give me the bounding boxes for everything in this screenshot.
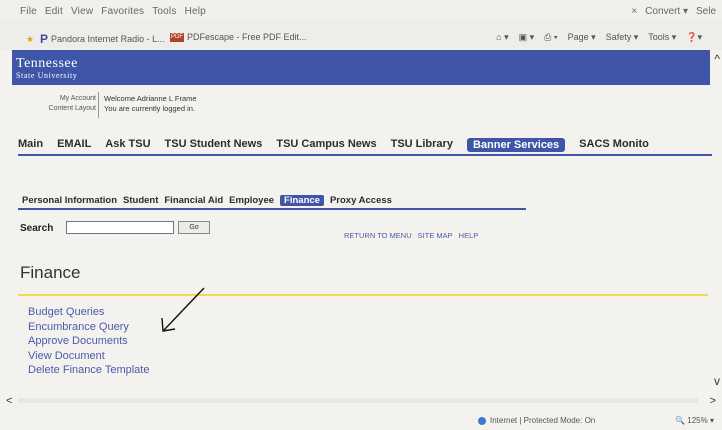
- list-item: Approve Documents: [28, 334, 149, 349]
- select-button[interactable]: Sele: [696, 6, 716, 17]
- menu-file[interactable]: File: [20, 6, 37, 17]
- annotation-arrow-icon: [161, 287, 205, 332]
- scroll-down-arrow-icon[interactable]: v: [714, 374, 720, 388]
- approve-documents-link[interactable]: Approve Documents: [28, 335, 128, 347]
- zoom-level: 125%: [687, 416, 708, 425]
- welcome-line: Welcome Adrianne L Frame: [104, 94, 197, 103]
- tab-employee[interactable]: Employee: [229, 195, 274, 206]
- list-item: Encumbrance Query: [28, 320, 149, 335]
- chevron-down-icon: ▾: [709, 416, 714, 425]
- menu-favorites[interactable]: Favorites: [101, 6, 144, 17]
- delete-finance-template-link[interactable]: Delete Finance Template: [28, 364, 149, 376]
- close-icon[interactable]: ×: [631, 6, 637, 17]
- pdf-icon: PDF: [170, 32, 184, 42]
- site-map-link[interactable]: SITE MAP: [418, 231, 453, 240]
- account-links: My Account Content Layout: [14, 94, 96, 114]
- favorite-pdfescape-label: PDFescape - Free PDF Edit...: [187, 32, 307, 42]
- main-tabs: Main EMAIL Ask TSU TSU Student News TSU …: [18, 138, 649, 152]
- status-text: Internet | Protected Mode: On: [490, 416, 596, 425]
- zoom-icon: 🔍: [675, 416, 686, 425]
- scroll-right-arrow-icon[interactable]: >: [710, 395, 716, 407]
- browser-status-bar: Internet | Protected Mode: On 🔍 125% ▾: [0, 408, 722, 430]
- go-button[interactable]: Go: [178, 221, 210, 234]
- welcome-message: Welcome Adrianne L Frame You are current…: [104, 94, 197, 114]
- account-divider: [98, 92, 99, 118]
- tab-proxy-access[interactable]: Proxy Access: [330, 195, 392, 206]
- tab-sacs-monitor[interactable]: SACS Monito: [579, 138, 649, 152]
- browser-menus: File Edit View Favorites Tools Help: [20, 6, 206, 17]
- view-document-link[interactable]: View Document: [28, 350, 105, 362]
- main-tabs-rule: [18, 154, 712, 156]
- pandora-icon: P: [40, 32, 49, 46]
- tsu-header-banner: Tennessee State University: [12, 50, 710, 85]
- sub-tabs-rule: [18, 208, 526, 210]
- globe-icon: [478, 416, 486, 425]
- scroll-track[interactable]: [18, 398, 698, 403]
- tab-ask-tsu[interactable]: Ask TSU: [105, 138, 150, 152]
- browser-favorites-bar: ★ P Pandora Internet Radio - L... PDF PD…: [0, 20, 722, 50]
- tab-campus-news[interactable]: TSU Campus News: [276, 138, 376, 152]
- help-link[interactable]: HELP: [459, 231, 479, 240]
- favorite-pdfescape[interactable]: PDF PDFescape - Free PDF Edit...: [170, 32, 307, 42]
- sub-tabs: Personal Information Student Financial A…: [22, 195, 392, 206]
- list-item: Budget Queries: [28, 305, 149, 320]
- favorites-star-icon[interactable]: ★: [26, 34, 34, 45]
- tab-personal-information[interactable]: Personal Information: [22, 195, 117, 206]
- title-rule: [18, 294, 708, 296]
- budget-queries-link[interactable]: Budget Queries: [28, 306, 104, 318]
- help-icon[interactable]: ❓▾: [686, 32, 702, 43]
- horizontal-scrollbar[interactable]: < >: [0, 395, 722, 407]
- browser-right-tools: × Convert ▾ Sele: [631, 6, 716, 17]
- scroll-left-arrow-icon[interactable]: <: [6, 395, 12, 407]
- convert-button[interactable]: Convert ▾: [645, 6, 688, 17]
- list-item: View Document: [28, 349, 149, 364]
- menu-tools[interactable]: Tools: [152, 6, 176, 17]
- search-label: Search: [20, 223, 54, 234]
- logged-in-line: You are currently logged in.: [104, 104, 196, 113]
- tab-email[interactable]: EMAIL: [57, 138, 91, 152]
- tsu-logo-line2: State University: [16, 71, 78, 80]
- menu-view[interactable]: View: [71, 6, 93, 17]
- favorite-pandora[interactable]: P Pandora Internet Radio - L...: [40, 32, 165, 46]
- encumbrance-query-link[interactable]: Encumbrance Query: [28, 321, 129, 333]
- finance-menu: Budget Queries Encumbrance Query Approve…: [28, 305, 149, 378]
- security-zone: Internet | Protected Mode: On: [478, 416, 595, 425]
- content-layout-link[interactable]: Content Layout: [14, 104, 96, 114]
- page-menu[interactable]: Page ▾: [568, 32, 596, 43]
- safety-menu[interactable]: Safety ▾: [606, 32, 639, 43]
- menu-help[interactable]: Help: [185, 6, 206, 17]
- tab-banner-services[interactable]: Banner Services: [466, 138, 566, 152]
- tab-student[interactable]: Student: [123, 195, 158, 206]
- tab-main[interactable]: Main: [18, 138, 43, 152]
- tab-library[interactable]: TSU Library: [391, 138, 453, 152]
- list-item: Delete Finance Template: [28, 363, 149, 378]
- utility-links: RETURN TO MENU SITE MAP HELP: [344, 231, 478, 240]
- print-icon[interactable]: ⎙ ▾: [544, 32, 557, 43]
- tsu-logo-line1: Tennessee: [16, 56, 78, 71]
- feeds-icon[interactable]: ▣ ▾: [519, 32, 535, 43]
- tab-finance[interactable]: Finance: [280, 195, 324, 206]
- return-to-menu-link[interactable]: RETURN TO MENU: [344, 231, 412, 240]
- home-icon[interactable]: ⌂ ▾: [496, 32, 508, 43]
- search-input[interactable]: [66, 221, 174, 234]
- tools-menu[interactable]: Tools ▾: [648, 32, 676, 43]
- command-bar: ⌂ ▾ ▣ ▾ ⎙ ▾ Page ▾ Safety ▾ Tools ▾ ❓▾: [496, 32, 702, 43]
- favorite-pandora-label: Pandora Internet Radio - L...: [51, 34, 165, 44]
- menu-edit[interactable]: Edit: [45, 6, 63, 17]
- tab-student-news[interactable]: TSU Student News: [165, 138, 263, 152]
- browser-menubar: File Edit View Favorites Tools Help × Co…: [0, 0, 722, 20]
- tab-financial-aid[interactable]: Financial Aid: [164, 195, 223, 206]
- my-account-link[interactable]: My Account: [14, 94, 96, 104]
- scroll-up-arrow-icon[interactable]: ^: [714, 52, 720, 66]
- page-title: Finance: [20, 263, 81, 282]
- zoom-control[interactable]: 🔍 125% ▾: [675, 416, 714, 425]
